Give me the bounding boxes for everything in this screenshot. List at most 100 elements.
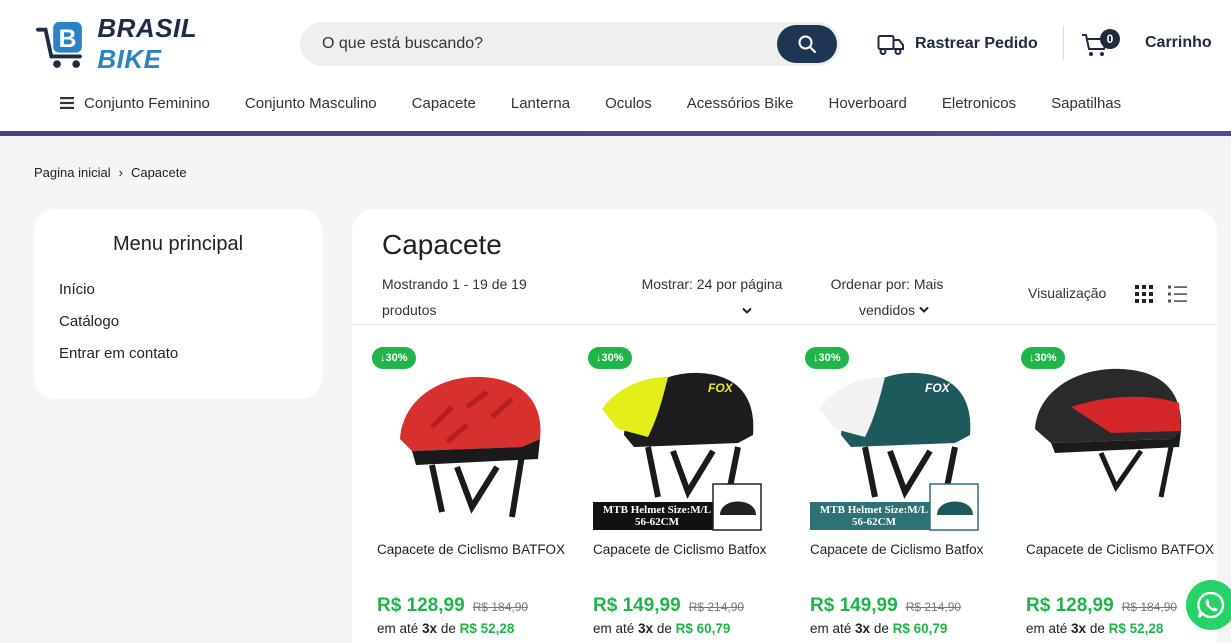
product-old-price: R$ 214,90 bbox=[905, 600, 962, 614]
header-divider bbox=[1063, 26, 1064, 60]
brand-logo[interactable]: B BRASIL BIKE bbox=[36, 13, 261, 75]
track-order-label: Rastrear Pedido bbox=[915, 35, 1038, 52]
sidebar-title: Menu principal bbox=[112, 233, 244, 255]
installment-prefix: em até bbox=[593, 621, 635, 636]
search-icon bbox=[798, 35, 816, 53]
breadcrumb: Pagina inicial › Capacete bbox=[34, 165, 187, 180]
brand-name-part1: BRASIL bbox=[97, 13, 197, 43]
installment-count: 3x bbox=[638, 621, 654, 636]
installment-text: em até 3x de R$ 52,28 bbox=[377, 621, 514, 636]
hamburger-menu-icon bbox=[60, 97, 74, 109]
cart-count-badge: 0 bbox=[1100, 29, 1120, 49]
product-listing: Capacete Mostrando 1 - 19 de 19 produtos… bbox=[352, 209, 1217, 643]
product-price: R$ 128,99 bbox=[377, 595, 465, 616]
discount-badge: ↓30% bbox=[1021, 347, 1065, 369]
nav-item-sapatilhas[interactable]: Sapatilhas bbox=[1051, 95, 1121, 112]
installment-value: R$ 52,28 bbox=[459, 621, 515, 636]
view-label: Visualização bbox=[1028, 285, 1107, 301]
per-page-select[interactable]: Mostrar: 24 por página bbox=[627, 271, 797, 323]
header-accent-bar bbox=[0, 131, 1231, 136]
search-button[interactable] bbox=[777, 25, 837, 63]
installment-value: R$ 52,28 bbox=[1108, 621, 1164, 636]
product-old-price: R$ 184,90 bbox=[1121, 600, 1178, 614]
main-nav: Conjunto Feminino Conjunto Masculino Cap… bbox=[60, 90, 1156, 116]
svg-text:FOX: FOX bbox=[708, 381, 734, 395]
site-header: B BRASIL BIKE Rastrear Pedido bbox=[0, 0, 1231, 133]
installment-count: 3x bbox=[1071, 621, 1087, 636]
price-row: R$ 149,99 R$ 214,90 bbox=[810, 595, 961, 617]
discount-badge: ↓30% bbox=[372, 347, 416, 369]
installment-count: 3x bbox=[422, 621, 438, 636]
price-row: R$ 149,99 R$ 214,90 bbox=[593, 595, 744, 617]
breadcrumb-current: Capacete bbox=[130, 165, 187, 180]
nav-item-eletronicos[interactable]: Eletronicos bbox=[942, 95, 1016, 112]
product-name[interactable]: Capacete de Ciclismo Batfox bbox=[810, 539, 1000, 560]
product-name[interactable]: Capacete de Ciclismo BATFOX bbox=[377, 539, 567, 560]
discount-badge: ↓30% bbox=[588, 347, 632, 369]
brand-name-part2: BIKE bbox=[97, 44, 162, 74]
installment-value: R$ 60,79 bbox=[675, 621, 731, 636]
installment-text: em até 3x de R$ 60,79 bbox=[593, 621, 730, 636]
installment-de: de bbox=[873, 621, 889, 636]
breadcrumb-home[interactable]: Pagina inicial bbox=[34, 165, 111, 180]
product-count: Mostrando 1 - 19 de 19 produtos bbox=[382, 276, 527, 318]
installment-de: de bbox=[440, 621, 456, 636]
installment-de: de bbox=[1089, 621, 1105, 636]
track-order-link[interactable]: Rastrear Pedido bbox=[877, 28, 1038, 60]
nav-item-capacete[interactable]: Capacete bbox=[412, 95, 476, 112]
nav-item-lanterna[interactable]: Lanterna bbox=[511, 95, 570, 112]
product-price: R$ 149,99 bbox=[810, 595, 898, 616]
grid-view-icon[interactable] bbox=[1135, 285, 1153, 303]
svg-text:FOX: FOX bbox=[925, 381, 951, 395]
installment-de: de bbox=[656, 621, 672, 636]
image-inset-text: MTB Helmet Size:M/L 56-62CM bbox=[819, 504, 929, 528]
search-input[interactable] bbox=[322, 22, 762, 66]
price-row: R$ 128,99 R$ 184,90 bbox=[1026, 595, 1177, 617]
image-inset-text: MTB Helmet Size:M/L 56-62CM bbox=[602, 504, 712, 528]
sidebar-link-inicio[interactable]: Início bbox=[59, 281, 95, 298]
nav-item-conjunto-masculino[interactable]: Conjunto Masculino bbox=[245, 95, 377, 112]
product-image[interactable] bbox=[1021, 347, 1221, 532]
svg-text:B: B bbox=[59, 26, 77, 53]
nav-item-hoverboard[interactable]: Hoverboard bbox=[829, 95, 907, 112]
sidebar-link-contato[interactable]: Entrar em contato bbox=[59, 345, 178, 362]
price-row: R$ 128,99 R$ 184,90 bbox=[377, 595, 528, 617]
cart-logo-icon: B bbox=[36, 22, 82, 68]
brand-name: BRASIL BIKE bbox=[97, 13, 261, 75]
installment-text: em até 3x de R$ 52,28 bbox=[1026, 621, 1163, 636]
list-view-icon[interactable] bbox=[1168, 285, 1187, 303]
product-card[interactable]: FOX ↓30% MTB Helmet Size:M/L 56-62CM Cap… bbox=[588, 342, 788, 643]
chevron-down-icon bbox=[742, 307, 752, 314]
installment-prefix: em até bbox=[810, 621, 852, 636]
product-old-price: R$ 184,90 bbox=[472, 600, 529, 614]
sort-label: Ordenar por: Mais vendidos bbox=[830, 276, 944, 318]
product-name[interactable]: Capacete de Ciclismo BATFOX bbox=[1026, 539, 1216, 560]
nav-item-oculos[interactable]: Oculos bbox=[605, 95, 652, 112]
product-price: R$ 149,99 bbox=[593, 595, 681, 616]
installment-value: R$ 60,79 bbox=[892, 621, 948, 636]
cart-button[interactable]: 0 Carrinho bbox=[1081, 28, 1231, 62]
toolbar-divider bbox=[352, 324, 1217, 325]
chevron-down-icon bbox=[919, 306, 929, 313]
installment-prefix: em até bbox=[1026, 621, 1068, 636]
sort-select[interactable]: Ordenar por: Mais vendidos bbox=[822, 271, 952, 323]
installment-count: 3x bbox=[855, 621, 871, 636]
installment-prefix: em até bbox=[377, 621, 419, 636]
nav-item-conjunto-feminino[interactable]: Conjunto Feminino bbox=[60, 95, 210, 112]
sidebar-link-catalogo[interactable]: Catálogo bbox=[59, 313, 119, 330]
product-price: R$ 128,99 bbox=[1026, 595, 1114, 616]
truck-icon bbox=[877, 35, 904, 55]
page-title: Capacete bbox=[382, 229, 502, 260]
product-old-price: R$ 214,90 bbox=[688, 600, 745, 614]
per-page-label: Mostrar: 24 por página bbox=[641, 276, 783, 292]
product-image[interactable] bbox=[372, 347, 572, 532]
cart-label: Carrinho bbox=[1145, 34, 1212, 51]
product-card[interactable]: ↓30% Capacete de Ciclismo BATFOX R$ 128,… bbox=[372, 342, 572, 643]
whatsapp-icon bbox=[1197, 591, 1225, 619]
product-name[interactable]: Capacete de Ciclismo Batfox bbox=[593, 539, 783, 560]
product-card[interactable]: FOX ↓30% MTB Helmet Size:M/L 56-62CM Cap… bbox=[805, 342, 1005, 643]
whatsapp-button[interactable] bbox=[1186, 580, 1231, 630]
nav-item-acessorios-bike[interactable]: Acessórios Bike bbox=[687, 95, 794, 112]
nav-item-label: Conjunto Feminino bbox=[84, 94, 210, 112]
search-bar bbox=[300, 22, 840, 66]
